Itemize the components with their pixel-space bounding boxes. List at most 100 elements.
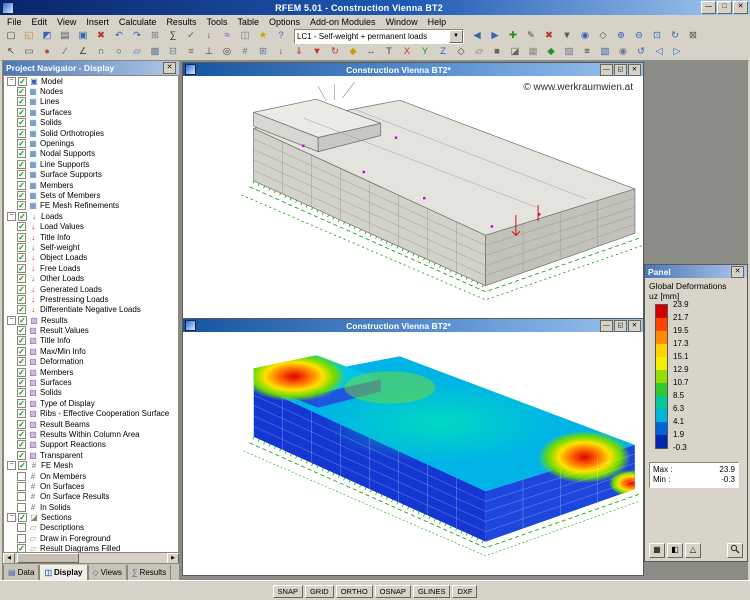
redo-icon[interactable]: ↷ [129,28,146,44]
navigator-titlebar[interactable]: Project Navigator - Display ✕ [3,61,179,75]
menu-calculate[interactable]: Calculate [114,17,162,27]
checkbox[interactable] [17,482,26,491]
viewport-restore-icon[interactable]: ◱ [614,64,627,76]
checkbox[interactable]: ✓ [17,243,26,252]
checkbox[interactable]: ✓ [17,274,26,283]
deformation-3d-view[interactable] [183,332,643,575]
menu-table[interactable]: Table [232,17,264,27]
new-arc-icon[interactable]: ∩ [93,44,110,60]
checkbox[interactable]: ✓ [17,108,26,117]
zoom-in-icon[interactable]: ⊕ [613,28,630,44]
tree-item-other-loads[interactable]: ✓↓Other Loads [4,273,178,283]
checkbox[interactable]: ✓ [17,87,26,96]
viewport-restore-icon[interactable]: ◱ [614,320,627,332]
checkbox[interactable]: ✓ [17,253,26,262]
wireframe-mode-icon[interactable]: ▱ [471,44,488,60]
close-button[interactable]: ✕ [733,1,748,14]
window-titlebar[interactable]: RFEM 5.01 - Construction Vienna BT2 — □ … [0,0,750,15]
menu-tools[interactable]: Tools [201,17,232,27]
show-loads-icon[interactable]: ↓ [201,28,218,44]
tree-item-fe-mesh[interactable]: −✓#FE Mesh [4,460,178,470]
status-snap[interactable]: SNAP [273,585,303,598]
snap-toggle-icon[interactable]: ◆ [543,44,560,60]
tree-item-result-values[interactable]: ✓▧Result Values [4,325,178,335]
background-toggle-icon[interactable]: ▨ [561,44,578,60]
menu-window[interactable]: Window [381,17,423,27]
menu-add-on-modules[interactable]: Add-on Modules [305,17,381,27]
solid-mode-icon[interactable]: ■ [489,44,506,60]
tree-item-max-min-info[interactable]: ✓▧Max/Min Info [4,346,178,356]
tree-item-load-values[interactable]: ✓↓Load Values [4,221,178,231]
tree-item-members[interactable]: ✓▦Members [4,180,178,190]
navigator-hscrollbar[interactable]: ◀ ▶ [3,552,179,563]
new-circle-icon[interactable]: ○ [111,44,128,60]
delete-load-icon[interactable]: ✖ [541,28,558,44]
show-results-icon[interactable]: ≈ [219,28,236,44]
checkbox[interactable] [17,472,26,481]
menu-edit[interactable]: Edit [27,17,53,27]
tree-item-surfaces[interactable]: ✓▦Surfaces [4,107,178,117]
load-generator-icon[interactable]: ◆ [345,44,362,60]
next-view-icon[interactable]: ▷ [669,44,686,60]
tree-item-line-supports[interactable]: ✓▦Line Supports [4,159,178,169]
checkbox[interactable] [17,503,26,512]
tree-item-nodes[interactable]: ✓▦Nodes [4,86,178,96]
magnifier-icon[interactable] [727,543,743,558]
checkbox[interactable]: ✓ [17,409,26,418]
tree-item-support-reactions[interactable]: ✓▧Support Reactions [4,440,178,450]
checkbox[interactable]: ✓ [17,336,26,345]
view-x-icon[interactable]: X [399,44,416,60]
expander-icon[interactable]: − [7,77,16,86]
checkbox[interactable]: ✓ [17,222,26,231]
select-window-icon[interactable]: ▭ [21,44,38,60]
reset-view-icon[interactable]: ↺ [633,44,650,60]
print-icon[interactable]: ▤ [57,28,74,44]
zoom-out-icon[interactable]: ⊖ [631,28,648,44]
checkbox[interactable]: ✓ [17,118,26,127]
tree-item-openings[interactable]: ✓▦Openings [4,138,178,148]
checkbox[interactable]: ✓ [17,357,26,366]
load-case-combo[interactable]: LC1 - Self-weight + permanent loads ▼ [294,29,464,44]
checkbox[interactable]: ✓ [17,129,26,138]
undo-icon[interactable]: ↶ [111,28,128,44]
tree-item-ribs-effective-cooperation-surface[interactable]: ✓▧Ribs - Effective Cooperation Surface [4,409,178,419]
checkbox[interactable]: ✓ [17,544,26,552]
checkbox[interactable]: ✓ [17,285,26,294]
scrollbar-thumb[interactable] [17,553,79,563]
new-node-icon[interactable]: ● [39,44,56,60]
menu-options[interactable]: Options [264,17,305,27]
checkbox[interactable]: ✓ [18,461,27,470]
checkbox[interactable]: ✓ [17,440,26,449]
viewport-close-icon[interactable]: ✕ [628,320,641,332]
checkbox[interactable]: ✓ [17,399,26,408]
tree-item-fe-mesh-refinements[interactable]: ✓▦FE Mesh Refinements [4,201,178,211]
shadow-mode-icon[interactable]: ◪ [507,44,524,60]
tab-display[interactable]: ◫Display [39,565,87,581]
checkbox[interactable]: ✓ [17,388,26,397]
viewport-minimize-icon[interactable]: — [600,64,613,76]
menu-insert[interactable]: Insert [81,17,114,27]
tree-item-on-surfaces[interactable]: #On Surfaces [4,481,178,491]
tree-item-on-members[interactable]: #On Members [4,471,178,481]
tree-item-members[interactable]: ✓▧Members [4,367,178,377]
checkbox[interactable]: ✓ [17,264,26,273]
tree-item-draw-in-foreground[interactable]: ▱Draw in Foreground [4,533,178,543]
new-surface-icon[interactable]: ▱ [129,44,146,60]
tree-item-loads[interactable]: −✓↓Loads [4,211,178,221]
delete-icon[interactable]: ✖ [93,28,110,44]
nodal-load-icon[interactable]: ↓ [273,44,290,60]
mesh-refinement-icon[interactable]: ⊞ [255,44,272,60]
dimension-icon[interactable]: ↔ [363,44,380,60]
checkbox[interactable]: ✓ [18,316,27,325]
area-load-icon[interactable]: ▼ [309,44,326,60]
menu-view[interactable]: View [52,17,81,27]
tab-data[interactable]: ▤Data [3,565,39,581]
status-dxf[interactable]: DXF [452,585,477,598]
grid-toggle-icon[interactable]: ▦ [525,44,542,60]
checkbox[interactable]: ✓ [17,305,26,314]
checkbox[interactable]: ✓ [17,295,26,304]
maximize-button[interactable]: □ [717,1,732,14]
menu-results[interactable]: Results [161,17,201,27]
line-load-icon[interactable]: ⇓ [291,44,308,60]
tree-item-lines[interactable]: ✓▦Lines [4,97,178,107]
